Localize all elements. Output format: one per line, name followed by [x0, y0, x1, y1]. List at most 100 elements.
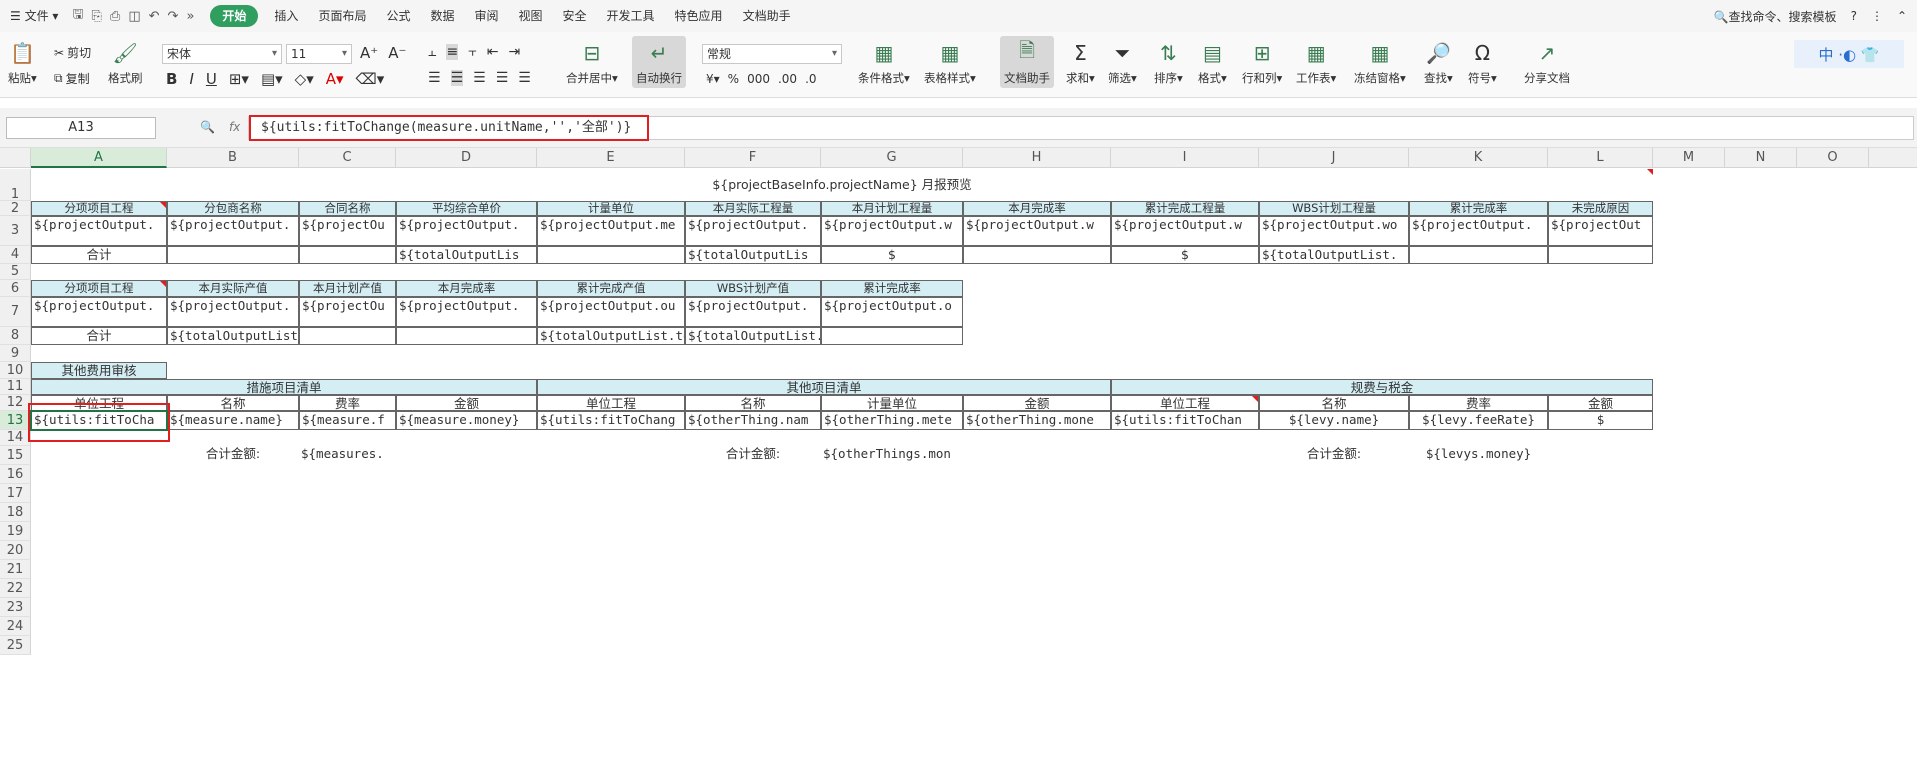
format-button[interactable]: ▤ 格式▾	[1198, 38, 1227, 86]
row-header[interactable]: 22	[0, 579, 31, 598]
sort-button[interactable]: ⇅ 排序▾	[1154, 38, 1183, 86]
tab-developer[interactable]: 开发工具	[597, 0, 665, 32]
header-cell[interactable]: 累计完成率	[1409, 201, 1548, 216]
template-cell[interactable]: ${projectOutput.	[31, 216, 167, 246]
sum-cell[interactable]: ${otherThings.mon	[821, 446, 963, 465]
column-header[interactable]: B	[167, 148, 299, 168]
sum-cell[interactable]: 合计金额:	[1259, 446, 1409, 465]
template-cell[interactable]: ${otherThing.mone	[963, 411, 1111, 430]
row-header[interactable]: 7	[0, 297, 31, 327]
align-bottom-icon[interactable]: ⫟	[468, 44, 476, 60]
section-header-cell[interactable]: 其他费用审核	[31, 362, 167, 379]
template-cell[interactable]: ${projectOutput.o	[821, 297, 963, 327]
column-header[interactable]: D	[396, 148, 537, 168]
empty-cell[interactable]	[821, 327, 963, 345]
template-cell[interactable]: ${projectOutput.	[167, 297, 299, 327]
template-cell[interactable]: ${projectOutput.	[31, 297, 167, 327]
empty-cell[interactable]	[299, 327, 396, 345]
template-cell[interactable]: ${measure.name}	[167, 411, 299, 430]
subheader-cell[interactable]: 名称	[167, 395, 299, 411]
row-header[interactable]: 25	[0, 636, 31, 655]
find-button[interactable]: 🔎 查找▾	[1424, 38, 1453, 86]
total-cell[interactable]: ${totalOutputList.	[167, 327, 299, 345]
template-cell[interactable]: ${projectOutput.w	[1111, 216, 1259, 246]
header-cell[interactable]: 平均综合单价	[396, 201, 537, 216]
empty-cell[interactable]	[396, 327, 537, 345]
tab-features[interactable]: 特色应用	[665, 0, 733, 32]
help-icon[interactable]: ?	[1851, 9, 1857, 23]
header-cell[interactable]: 累计完成率	[821, 280, 963, 297]
total-cell[interactable]: $	[821, 246, 963, 264]
empty-cell[interactable]	[1548, 246, 1653, 264]
total-cell[interactable]: ${totalOutputLis	[396, 246, 537, 264]
template-cell[interactable]: ${utils:fitToChang	[537, 411, 685, 430]
subheader-cell[interactable]: 单位工程	[1111, 395, 1259, 411]
sum-cell[interactable]: 合计金额:	[167, 446, 299, 465]
paste-button[interactable]: 📋 粘贴▾	[8, 38, 37, 86]
header-cell[interactable]: 累计完成工程量	[1111, 201, 1259, 216]
template-cell[interactable]: ${projectOu	[299, 297, 396, 327]
align-right-icon[interactable]: ☰	[473, 70, 486, 86]
total-cell[interactable]: ${totalOutputList.to	[537, 327, 685, 345]
header-cell[interactable]: 本月计划产值	[299, 280, 396, 297]
more-options-icon[interactable]: ⋮	[1871, 9, 1883, 23]
group-header-cell[interactable]: 规费与税金	[1111, 379, 1653, 395]
filter-button[interactable]: ⏷ 筛选▾	[1108, 38, 1137, 86]
template-cell[interactable]: ${projectOutput.	[396, 297, 537, 327]
header-cell[interactable]: 本月完成率	[396, 280, 537, 297]
subheader-cell[interactable]: 金额	[963, 395, 1111, 411]
sum-button[interactable]: Σ 求和▾	[1066, 38, 1095, 86]
subheader-cell[interactable]: 名称	[1259, 395, 1409, 411]
template-cell[interactable]: ${projectOutput.ou	[537, 297, 685, 327]
header-cell[interactable]: 分项项目工程	[31, 201, 167, 216]
tab-insert[interactable]: 插入	[264, 0, 308, 32]
subheader-cell[interactable]: 计量单位	[821, 395, 963, 411]
undo-icon[interactable]: ↶	[149, 9, 160, 24]
tab-security[interactable]: 安全	[553, 0, 597, 32]
zoom-formula-icon[interactable]: 🔍	[200, 120, 215, 134]
template-cell[interactable]: $	[1548, 411, 1653, 430]
column-header[interactable]: M	[1653, 148, 1725, 168]
header-cell[interactable]: 本月完成率	[963, 201, 1111, 216]
row-header[interactable]: 2	[0, 201, 31, 216]
conditional-format-button[interactable]: ▦ 条件格式▾	[858, 38, 910, 86]
highlight-icon[interactable]: ◇▾	[295, 70, 314, 88]
decrease-font-icon[interactable]: A⁻	[388, 44, 406, 62]
column-header[interactable]: J	[1259, 148, 1409, 168]
more-icon[interactable]: »	[186, 9, 194, 24]
align-center-icon[interactable]: ☰	[450, 70, 464, 86]
decrease-decimal-icon[interactable]: .0	[805, 72, 816, 86]
template-cell[interactable]: ${otherThing.nam	[685, 411, 821, 430]
tab-start[interactable]: 开始	[210, 5, 259, 27]
header-cell[interactable]: 计量单位	[537, 201, 685, 216]
subheader-cell[interactable]: 金额	[1548, 395, 1653, 411]
row-header[interactable]: 19	[0, 522, 31, 541]
symbol-button[interactable]: Ω 符号▾	[1468, 38, 1497, 86]
font-size-select[interactable]: 11	[286, 44, 352, 64]
column-header[interactable]: N	[1725, 148, 1797, 168]
formula-input[interactable]: ${utils:fitToChange(measure.unitName,'',…	[249, 115, 649, 141]
row-header[interactable]: 17	[0, 484, 31, 503]
template-cell[interactable]: ${projectOutput.me	[537, 216, 685, 246]
copy-button[interactable]: ⧉ 复制	[54, 70, 90, 87]
header-cell[interactable]: 分包商名称	[167, 201, 299, 216]
column-header[interactable]: L	[1548, 148, 1653, 168]
fill-color-icon[interactable]: ▤▾	[261, 70, 283, 88]
column-header[interactable]: C	[299, 148, 396, 168]
sum-cell[interactable]: 合计金额:	[685, 446, 821, 465]
indent-decrease-icon[interactable]: ⇤	[487, 44, 499, 60]
total-cell[interactable]: 合计	[31, 327, 167, 345]
collapse-icon[interactable]: ⌃	[1897, 9, 1907, 23]
sum-cell[interactable]: ${levys.money}	[1409, 446, 1548, 465]
empty-cell[interactable]	[963, 246, 1111, 264]
column-header[interactable]: P	[1869, 148, 1917, 168]
template-cell[interactable]: ${projectOut	[1548, 216, 1653, 246]
template-cell[interactable]: ${levy.feeRate}	[1409, 411, 1548, 430]
column-header[interactable]: E	[537, 148, 685, 168]
row-header[interactable]: 13	[0, 411, 31, 430]
column-header[interactable]: K	[1409, 148, 1548, 168]
thousands-icon[interactable]: 000	[747, 72, 770, 86]
justify-icon[interactable]: ☰	[496, 70, 509, 86]
save-icon[interactable]: 🖫	[72, 5, 83, 27]
column-header[interactable]: I	[1111, 148, 1259, 168]
